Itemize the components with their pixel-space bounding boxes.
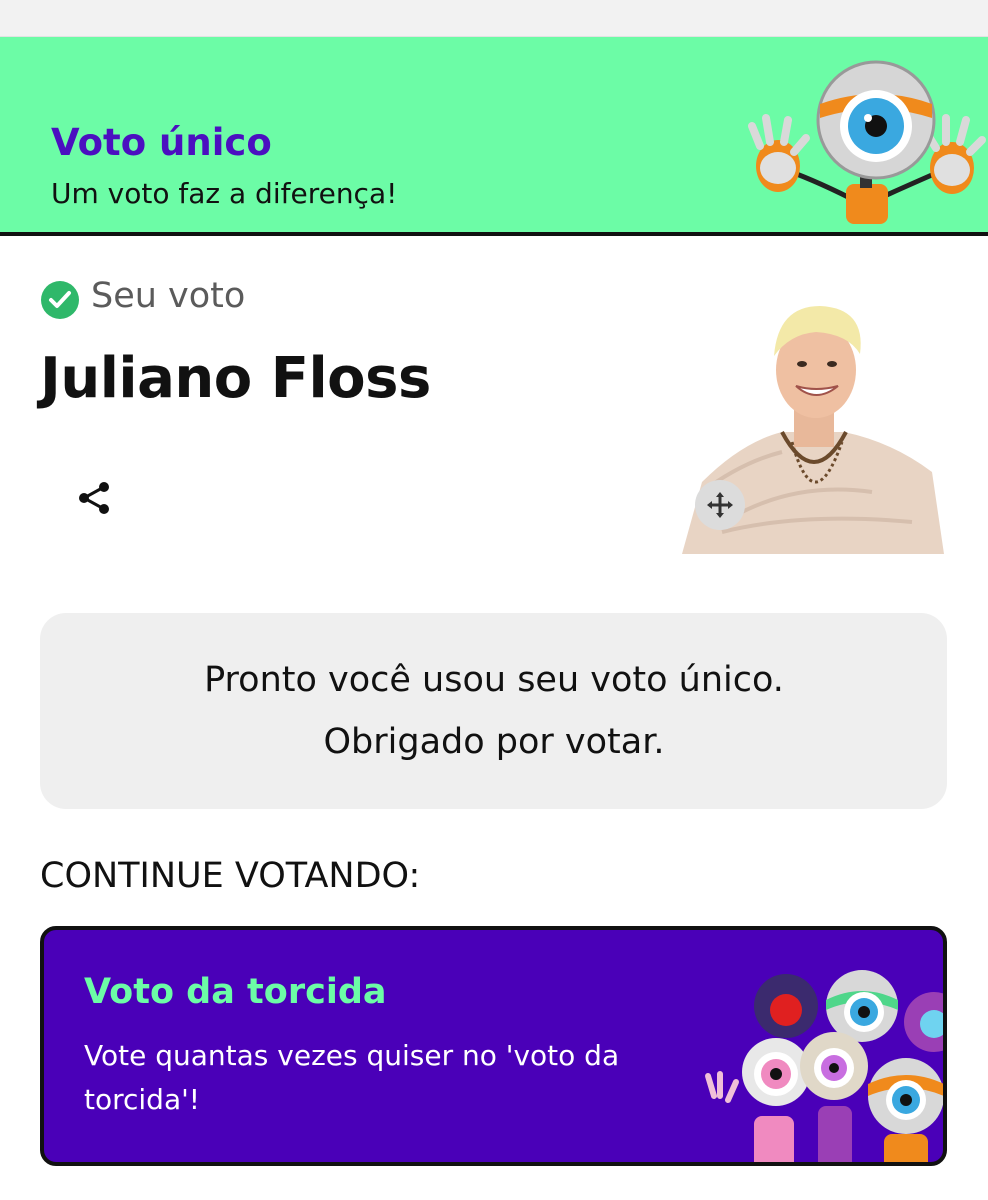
check-circle-icon (41, 281, 79, 319)
card-description: Vote quantas vezes quiser no 'voto da to… (84, 1039, 620, 1116)
big-eye-mascot-icon (748, 60, 986, 224)
continue-voting-heading: CONTINUE VOTANDO: (40, 856, 421, 896)
banner-subtitle: Um voto faz a diferença! (51, 177, 398, 210)
card-title: Voto da torcida (84, 972, 387, 1012)
confirmation-line-2: Obrigado por votar. (323, 722, 665, 762)
confirmation-line-1: Pronto você usou seu voto único. (204, 660, 784, 700)
move-arrows-icon[interactable] (695, 480, 745, 530)
confirmation-message-box (40, 613, 947, 809)
candidate-name: Juliano Floss (40, 346, 431, 411)
banner-title: Voto único (51, 121, 272, 164)
mascot-group-icon (705, 970, 943, 1162)
voto-da-torcida-card[interactable]: Voto da torcida Vote quantas vezes quise… (40, 926, 947, 1166)
browser-top-strip (0, 0, 988, 37)
vote-status-label: Seu voto (91, 276, 246, 316)
share-icon[interactable] (72, 475, 118, 521)
